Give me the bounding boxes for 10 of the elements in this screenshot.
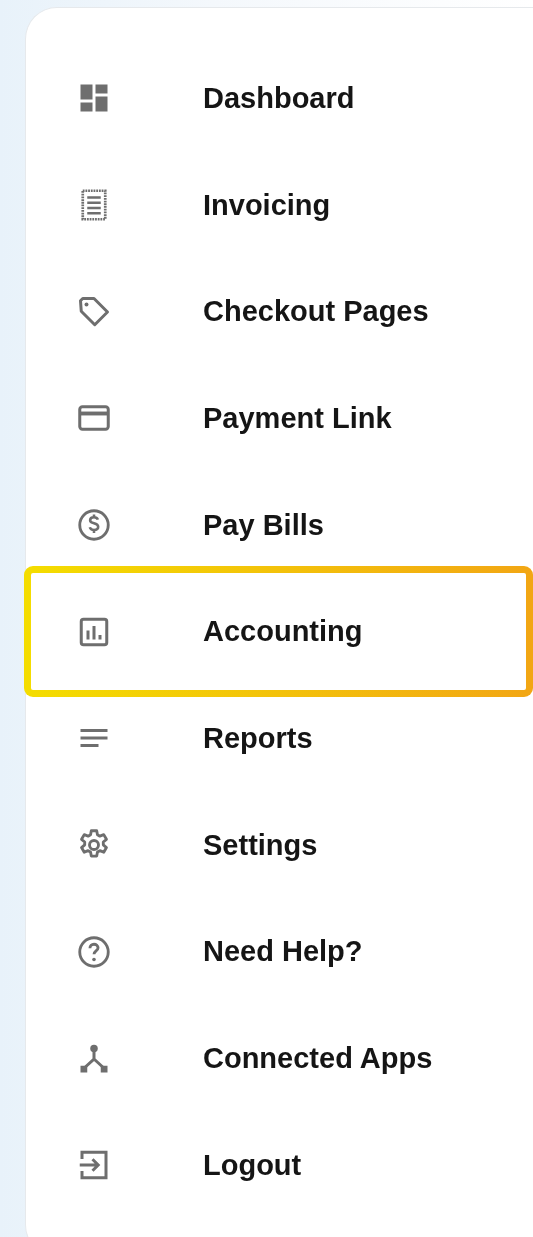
menu-item[interactable]: Connected Apps (26, 1005, 533, 1112)
menu-item[interactable]: Need Help? (26, 898, 533, 1006)
help-icon (76, 933, 112, 970)
dollar-icon (76, 507, 112, 544)
menu-item[interactable]: Invoicing (26, 151, 533, 259)
menu-item[interactable]: Settings (26, 791, 533, 899)
menu-item[interactable]: Dashboard (26, 45, 533, 152)
menu-item[interactable]: Checkout Pages (26, 258, 533, 366)
menu-item[interactable]: Payment Link (26, 365, 533, 472)
menu-item[interactable]: Logout (26, 1111, 533, 1219)
